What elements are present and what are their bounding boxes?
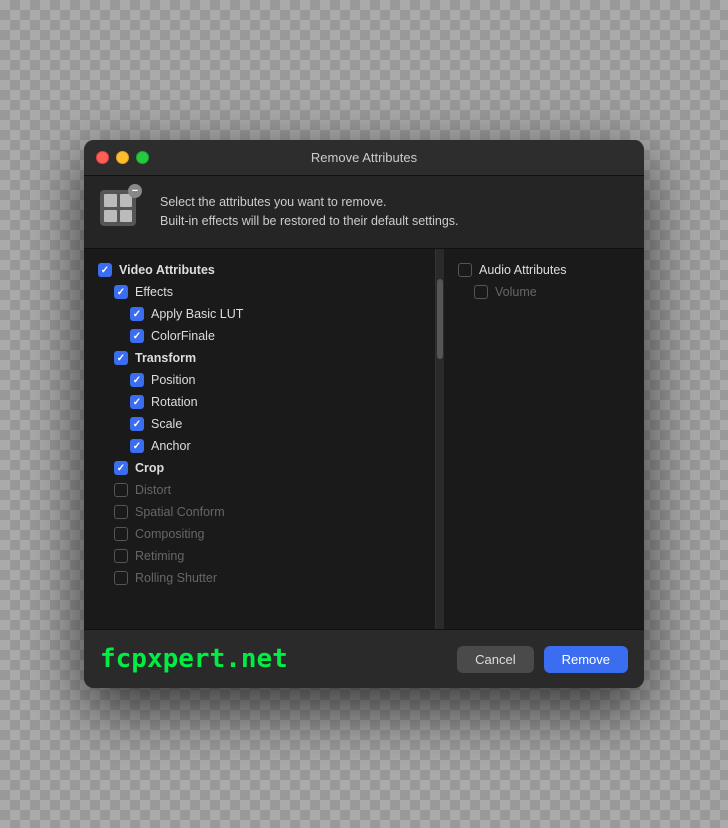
checkbox-apply-basic-lut[interactable]: Apply Basic LUT	[84, 303, 435, 325]
checkbox-spatial-conform[interactable]: Spatial Conform	[84, 501, 435, 523]
label-audio-attributes: Audio Attributes	[479, 263, 567, 277]
check-audio-attributes[interactable]	[458, 263, 472, 277]
label-retiming: Retiming	[135, 549, 184, 563]
checkbox-compositing[interactable]: Compositing	[84, 523, 435, 545]
checkbox-transform[interactable]: Transform	[84, 347, 435, 369]
right-panel: Audio Attributes Volume	[444, 249, 644, 629]
label-video-attributes: Video Attributes	[119, 263, 215, 277]
label-transform: Transform	[135, 351, 196, 365]
content-area: Video Attributes Effects Apply Basic LUT…	[84, 249, 644, 629]
checkbox-crop[interactable]: Crop	[84, 457, 435, 479]
check-position[interactable]	[130, 373, 144, 387]
label-rotation: Rotation	[151, 395, 198, 409]
checkbox-retiming[interactable]: Retiming	[84, 545, 435, 567]
checkbox-scale[interactable]: Scale	[84, 413, 435, 435]
check-anchor[interactable]	[130, 439, 144, 453]
checkbox-position[interactable]: Position	[84, 369, 435, 391]
checkbox-effects[interactable]: Effects	[84, 281, 435, 303]
cancel-button[interactable]: Cancel	[457, 646, 533, 673]
checkbox-volume[interactable]: Volume	[444, 281, 644, 303]
left-panel: Video Attributes Effects Apply Basic LUT…	[84, 249, 436, 629]
check-video-attributes[interactable]	[98, 263, 112, 277]
scrollbar[interactable]	[436, 249, 444, 629]
check-distort[interactable]	[114, 483, 128, 497]
label-effects: Effects	[135, 285, 173, 299]
checkbox-colorfinale[interactable]: ColorFinale	[84, 325, 435, 347]
label-spatial-conform: Spatial Conform	[135, 505, 225, 519]
check-spatial-conform[interactable]	[114, 505, 128, 519]
checkbox-distort[interactable]: Distort	[84, 479, 435, 501]
check-compositing[interactable]	[114, 527, 128, 541]
checkbox-anchor[interactable]: Anchor	[84, 435, 435, 457]
info-text: Select the attributes you want to remove…	[160, 193, 459, 232]
window-title: Remove Attributes	[311, 150, 417, 165]
minus-badge-icon: −	[128, 184, 142, 198]
check-scale[interactable]	[130, 417, 144, 431]
check-apply-basic-lut[interactable]	[130, 307, 144, 321]
label-distort: Distort	[135, 483, 171, 497]
check-transform[interactable]	[114, 351, 128, 365]
remove-button[interactable]: Remove	[544, 646, 628, 673]
check-colorfinale[interactable]	[130, 329, 144, 343]
checkbox-rotation[interactable]: Rotation	[84, 391, 435, 413]
check-rolling-shutter[interactable]	[114, 571, 128, 585]
close-button[interactable]	[96, 151, 109, 164]
list-icon: −	[100, 190, 144, 234]
maximize-button[interactable]	[136, 151, 149, 164]
checkbox-video-attributes[interactable]: Video Attributes	[84, 259, 435, 281]
label-crop: Crop	[135, 461, 164, 475]
label-compositing: Compositing	[135, 527, 204, 541]
label-position: Position	[151, 373, 195, 387]
watermark-text: fcpxpert.net	[100, 644, 288, 674]
label-anchor: Anchor	[151, 439, 191, 453]
info-bar: − Select the attributes you want to remo…	[84, 176, 644, 249]
checkbox-rolling-shutter[interactable]: Rolling Shutter	[84, 567, 435, 589]
check-rotation[interactable]	[130, 395, 144, 409]
checkbox-audio-attributes[interactable]: Audio Attributes	[444, 259, 644, 281]
label-rolling-shutter: Rolling Shutter	[135, 571, 217, 585]
traffic-lights	[96, 151, 149, 164]
button-group: Cancel Remove	[457, 646, 628, 673]
minimize-button[interactable]	[116, 151, 129, 164]
check-volume[interactable]	[474, 285, 488, 299]
check-effects[interactable]	[114, 285, 128, 299]
label-scale: Scale	[151, 417, 182, 431]
label-colorfinale: ColorFinale	[151, 329, 215, 343]
footer: fcpxpert.net Cancel Remove	[84, 629, 644, 688]
scrollbar-thumb[interactable]	[437, 279, 443, 359]
label-apply-basic-lut: Apply Basic LUT	[151, 307, 243, 321]
titlebar: Remove Attributes	[84, 140, 644, 176]
check-retiming[interactable]	[114, 549, 128, 563]
check-crop[interactable]	[114, 461, 128, 475]
label-volume: Volume	[495, 285, 537, 299]
remove-attributes-dialog: Remove Attributes − Select the attribute…	[84, 140, 644, 688]
